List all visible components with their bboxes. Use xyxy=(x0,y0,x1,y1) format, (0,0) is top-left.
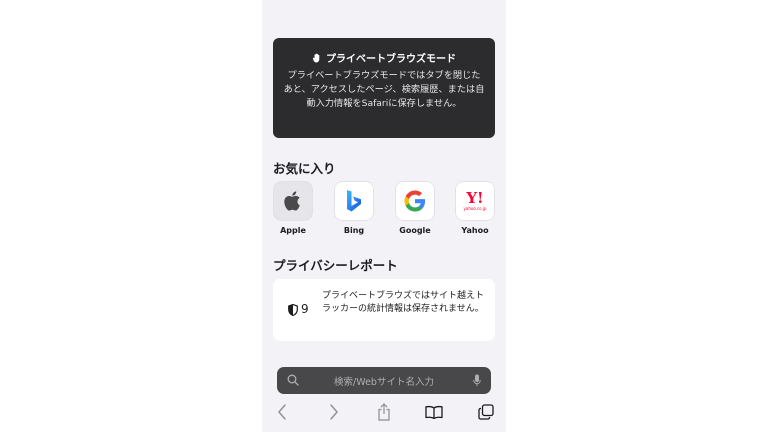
banner-description: プライベートブラウズモードではタブを閉じたあと、アクセスしたページ、検索履歴、ま… xyxy=(283,70,485,109)
bottom-toolbar xyxy=(262,401,506,423)
favorite-label: Apple xyxy=(280,226,306,235)
address-search-bar[interactable]: 検索/Webサイト名入力 xyxy=(277,367,491,394)
back-button[interactable] xyxy=(272,403,292,421)
privacy-report-description: プライベートブラウズではサイト越えトラッカーの統計情報は保存されません。 xyxy=(322,291,485,314)
favorite-bing[interactable]: Bing xyxy=(334,182,374,235)
favorite-yahoo[interactable]: Y! yahoo.co.jp Yahoo xyxy=(455,182,495,235)
favorite-apple[interactable]: Apple xyxy=(273,182,313,235)
favorite-label: Bing xyxy=(343,226,365,235)
share-icon xyxy=(378,403,390,421)
bottom-bar: 検索/Webサイト名入力 xyxy=(262,362,506,432)
bing-logo-icon xyxy=(335,182,373,220)
private-browsing-banner: プライベートブラウズモード プライベートブラウズモードではタブを閉じたあと、アク… xyxy=(273,38,495,138)
tracker-count: 9 xyxy=(301,302,309,316)
safari-private-start-page: プライベートブラウズモード プライベートブラウズモードではタブを閉じたあと、アク… xyxy=(262,0,506,432)
google-logo-icon xyxy=(396,182,434,220)
favorites-title: お気に入り xyxy=(273,161,336,176)
shield-icon xyxy=(288,304,298,316)
favorite-label: Yahoo xyxy=(461,226,489,235)
bookmarks-icon xyxy=(425,405,443,419)
banner-title: プライベートブラウズモード xyxy=(326,54,456,65)
favorites-grid: Apple Bing Google Y! yahoo.co.jp Yahoo xyxy=(273,182,495,242)
forward-button[interactable] xyxy=(324,403,344,421)
favorite-label: Google xyxy=(399,226,431,235)
forward-icon xyxy=(330,404,338,420)
hand-icon xyxy=(312,53,320,62)
bookmarks-button[interactable] xyxy=(424,403,444,421)
apple-logo-icon xyxy=(274,182,312,220)
tabs-icon xyxy=(478,404,494,420)
yahoo-logo-icon: Y! yahoo.co.jp xyxy=(456,182,494,220)
yahoo-logo-text: Y! xyxy=(466,188,484,207)
microphone-icon[interactable] xyxy=(473,374,481,387)
search-input[interactable]: 検索/Webサイト名入力 xyxy=(277,374,491,388)
privacy-report-card[interactable]: 9 プライベートブラウズではサイト越えトラッカーの統計情報は保存されません。 xyxy=(273,279,495,341)
tabs-button[interactable] xyxy=(476,403,496,421)
banner-title-row: プライベートブラウズモード xyxy=(283,50,485,65)
privacy-report-title: プライバシーレポート xyxy=(273,258,398,273)
share-button[interactable] xyxy=(374,403,394,421)
back-icon xyxy=(278,404,286,420)
yahoo-logo-subtext: yahoo.co.jp xyxy=(463,205,487,211)
favorite-google[interactable]: Google xyxy=(395,182,435,235)
